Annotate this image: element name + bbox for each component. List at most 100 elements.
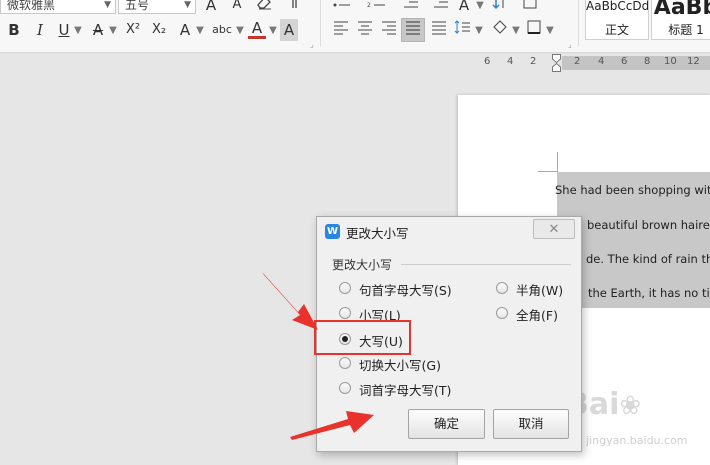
distributed-button[interactable] [428, 19, 450, 41]
numbering-button[interactable]: 12 [365, 0, 391, 16]
option-label: 词首字母大写(T) [359, 383, 452, 398]
clear-format-button[interactable] [253, 0, 275, 16]
document-line: the Earth, it has no tim [588, 286, 710, 300]
annotation-arrow-icon [290, 411, 374, 440]
option-label: 全角(F) [516, 308, 558, 323]
chevron-down-icon[interactable]: ▼ [545, 20, 555, 42]
style-label: 标题 1 [668, 23, 704, 37]
ruler-number: 4 [598, 56, 605, 67]
style-sample: AaBb [653, 0, 710, 20]
paragraph-dialog-launcher[interactable]: ⌟ [568, 40, 572, 49]
ribbon-separator [578, 0, 579, 46]
sort-icon [492, 0, 504, 10]
chevron-down-icon[interactable]: ▼ [268, 20, 278, 42]
line-spacing-button[interactable] [454, 19, 472, 41]
font-name-value: 微软雅黑 [7, 0, 56, 12]
dialog-titlebar[interactable]: W 更改大小写 ✕ [317, 217, 581, 245]
shrink-font-button[interactable]: A [228, 0, 246, 16]
indent-marker-icon[interactable] [552, 54, 561, 72]
radio-button[interactable] [339, 357, 351, 369]
chevron-down-icon[interactable]: ▼ [108, 20, 118, 42]
superscript-button[interactable]: X² [122, 19, 144, 41]
justify-button[interactable] [401, 18, 425, 42]
font-dialog-launcher[interactable]: ⌟ [310, 40, 314, 49]
watermark-subtext: jingyan.baidu.com [586, 434, 688, 447]
align-left-button[interactable] [330, 19, 352, 41]
chevron-down-icon[interactable]: ▼ [73, 20, 83, 42]
indent-icon [434, 1, 448, 8]
increase-indent-button[interactable] [430, 0, 452, 16]
case-change-button[interactable]: A [455, 0, 473, 16]
cancel-button[interactable]: 取消 [493, 409, 569, 439]
crop-mark [538, 171, 558, 172]
chevron-down-icon[interactable]: ▼ [475, 0, 485, 17]
marks-icon [523, 0, 537, 9]
ruler-number: 2 [574, 56, 581, 67]
border-icon [527, 20, 541, 34]
paragraph-mark-button[interactable] [282, 0, 304, 16]
radio-button[interactable] [496, 282, 508, 294]
underline-button[interactable]: U [56, 19, 72, 41]
grow-font-button[interactable]: A [202, 0, 220, 16]
paw-icon: ❀ [619, 391, 642, 421]
align-center-button[interactable] [354, 19, 376, 41]
strikethrough-button[interactable]: A [89, 19, 107, 41]
bold-button[interactable]: B [6, 19, 22, 41]
annotation-arrow-icon [262, 272, 318, 330]
radio-button[interactable] [339, 382, 351, 394]
ribbon-toolbar: 微软雅黑 ▼ 五号 ▼ A A B I U ▼ A ▼ X² X₂ A ▼ ab… [0, 0, 710, 53]
ruler-number: 2 [530, 56, 537, 67]
eraser-icon [257, 0, 271, 10]
radio-button[interactable] [339, 307, 351, 319]
borders-button[interactable] [524, 19, 544, 41]
pilcrow-icon [292, 0, 297, 8]
ok-button[interactable]: 确定 [408, 409, 485, 439]
font-name-combo[interactable]: 微软雅黑 ▼ [0, 0, 116, 14]
chevron-down-icon: ▼ [104, 0, 111, 10]
ruler-number: 10 [664, 56, 677, 67]
radio-button[interactable] [496, 307, 508, 319]
horizontal-ruler[interactable]: 6 4 2 2 4 6 8 10 12 [0, 53, 710, 75]
style-sample: AaBbCcDd [586, 0, 648, 13]
style-heading-1[interactable]: AaBb 标题 1 [651, 0, 710, 40]
font-size-combo[interactable]: 五号 ▼ [118, 0, 196, 14]
line-spacing-icon [454, 20, 470, 34]
phonetic-guide-button[interactable]: abc [210, 19, 234, 41]
numbered-list-icon: 12 [367, 0, 385, 9]
subscript-button[interactable]: X₂ [148, 19, 170, 41]
italic-button[interactable]: I [32, 19, 48, 41]
paint-bucket-icon [493, 20, 507, 34]
align-right-button[interactable] [378, 19, 400, 41]
shading-button[interactable] [490, 19, 510, 41]
show-marks-button[interactable] [519, 0, 541, 16]
group-label: 更改大小写 [332, 256, 396, 273]
chevron-down-icon[interactable]: ▼ [235, 20, 245, 42]
chevron-down-icon[interactable]: ▼ [195, 20, 205, 42]
close-icon: ✕ [548, 222, 560, 237]
option-label: 句首字母大写(S) [359, 283, 452, 298]
bullets-button[interactable] [330, 0, 356, 16]
align-left-icon [334, 21, 348, 35]
dialog-title: 更改大小写 [346, 226, 409, 241]
ruler-number: 6 [621, 56, 628, 67]
font-size-value: 五号 [125, 0, 150, 12]
decrease-indent-button[interactable] [400, 0, 422, 16]
radio-button[interactable] [339, 282, 351, 294]
document-line: She had been shopping with [555, 183, 710, 197]
option-label: 半角(W) [516, 283, 564, 298]
bullet-list-icon [333, 3, 350, 7]
font-color-button[interactable]: A [248, 19, 266, 39]
style-normal[interactable]: AaBbCcDd 正文 [585, 0, 649, 40]
text-effect-button[interactable]: A [176, 19, 194, 41]
chevron-down-icon[interactable]: ▼ [474, 20, 484, 42]
sort-button[interactable] [489, 0, 511, 16]
close-button[interactable]: ✕ [533, 219, 575, 239]
align-justify-icon [406, 21, 420, 35]
char-shading-button[interactable]: A [280, 19, 298, 41]
ruler-number: 8 [644, 56, 651, 67]
annotation-highlight-box [314, 320, 411, 355]
svg-text:2: 2 [367, 2, 371, 9]
document-line: de. The kind of rain that [586, 252, 710, 266]
chevron-down-icon[interactable]: ▼ [511, 20, 521, 42]
ruler-number: 12 [687, 56, 700, 67]
